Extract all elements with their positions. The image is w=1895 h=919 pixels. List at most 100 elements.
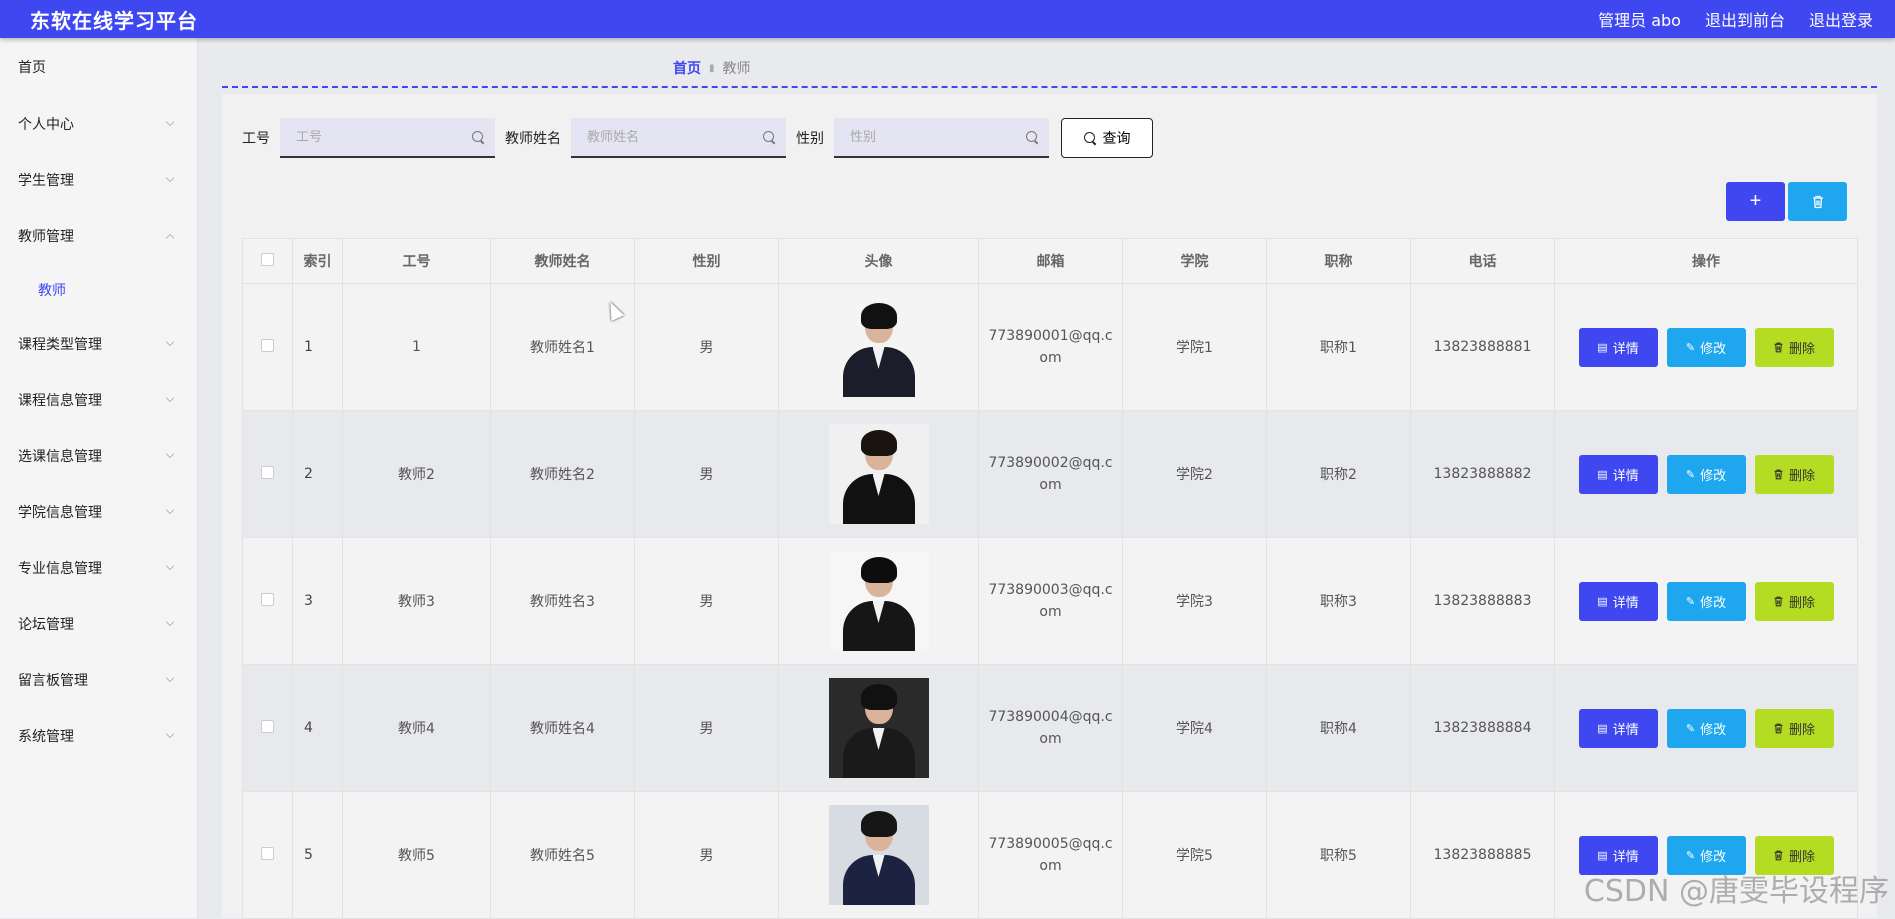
name-search-input[interactable]: [585, 129, 745, 146]
column-header: 电话: [1411, 239, 1555, 284]
sidebar: 首页 个人中心 学生管理 教师管理 教师 课程类型管理 课程信息管理 选课信息管…: [0, 38, 198, 918]
trash-icon: [1773, 596, 1784, 607]
sidebar-item-college-info[interactable]: 学院信息管理: [0, 484, 197, 540]
table-row: 1 1 教师姓名1 男 773890001@qq.c om 学院1 职称1 13…: [243, 284, 1858, 411]
sidebar-subitem-teacher[interactable]: 教师: [0, 264, 197, 316]
go-frontend-link[interactable]: 退出到前台: [1705, 7, 1785, 31]
sidebar-item-course-type[interactable]: 课程类型管理: [0, 316, 197, 372]
cell-title: 职称4: [1267, 665, 1411, 792]
id-filter-label: 工号: [242, 128, 270, 148]
trash-icon: [1773, 342, 1784, 353]
detail-button-label: 详情: [1613, 338, 1639, 357]
sidebar-item-label: 课程类型管理: [18, 334, 102, 354]
bulk-delete-button[interactable]: [1788, 182, 1847, 221]
row-checkbox[interactable]: [261, 720, 274, 733]
sidebar-item-course-info[interactable]: 课程信息管理: [0, 372, 197, 428]
column-header: 职称: [1267, 239, 1411, 284]
sidebar-item-system[interactable]: 系统管理: [0, 708, 197, 764]
cell-college: 学院4: [1123, 665, 1267, 792]
edit-button-label: 修改: [1700, 592, 1726, 611]
sidebar-item-label: 选课信息管理: [18, 446, 102, 466]
document-icon: ▤: [1597, 341, 1607, 354]
edit-button[interactable]: ✎ 修改: [1667, 328, 1746, 367]
select-all-checkbox[interactable]: [261, 253, 274, 266]
email-text-part2: om: [1039, 350, 1061, 366]
breadcrumb-home[interactable]: 首页: [673, 58, 701, 78]
detail-button[interactable]: ▤ 详情: [1579, 709, 1658, 748]
sidebar-item-enrollment-info[interactable]: 选课信息管理: [0, 428, 197, 484]
chevron-down-icon: [165, 339, 175, 349]
edit-button[interactable]: ✎ 修改: [1667, 709, 1746, 748]
sidebar-item-personal-center[interactable]: 个人中心: [0, 96, 197, 152]
detail-button[interactable]: ▤ 详情: [1579, 455, 1658, 494]
cell-title: 职称5: [1267, 792, 1411, 919]
cell-title: 职称1: [1267, 284, 1411, 411]
delete-button[interactable]: 删除: [1755, 582, 1834, 621]
cell-phone: 13823888882: [1411, 411, 1555, 538]
cell-email: 773890005@qq.c om: [979, 792, 1123, 919]
cell-gender: 男: [635, 411, 779, 538]
cell-email: 773890002@qq.c om: [979, 411, 1123, 538]
cell-index: 3: [293, 538, 343, 665]
chevron-down-icon: [165, 731, 175, 741]
detail-button-label: 详情: [1613, 592, 1639, 611]
sidebar-item-student-management[interactable]: 学生管理: [0, 152, 197, 208]
cell-teacher-name: 教师姓名2: [491, 411, 635, 538]
column-header: 头像: [779, 239, 979, 284]
row-checkbox[interactable]: [261, 847, 274, 860]
document-icon: ▤: [1597, 722, 1607, 735]
table-row: 4 教师4 教师姓名4 男 773890004@qq.c om 学院4 职称4 …: [243, 665, 1858, 792]
sidebar-item-label: 系统管理: [18, 726, 74, 746]
row-checkbox[interactable]: [261, 466, 274, 479]
sidebar-item-label: 学生管理: [18, 170, 74, 190]
cell-avatar: [779, 665, 979, 792]
id-search-input[interactable]: [294, 129, 454, 146]
logout-link[interactable]: 退出登录: [1809, 7, 1873, 31]
search-bar: 工号 教师姓名 性别 查询: [242, 118, 1153, 158]
cell-teacher-name: 教师姓名3: [491, 538, 635, 665]
document-icon: ▤: [1597, 595, 1607, 608]
cell-college: 学院2: [1123, 411, 1267, 538]
detail-button-label: 详情: [1613, 846, 1639, 865]
cell-college: 学院3: [1123, 538, 1267, 665]
email-text-part1: 773890002@qq.c: [988, 455, 1112, 471]
gender-search-input[interactable]: [848, 129, 1008, 146]
sidebar-item-teacher-management[interactable]: 教师管理: [0, 208, 197, 264]
cell-teacher-name: 教师姓名5: [491, 792, 635, 919]
sidebar-item-label: 教师管理: [18, 226, 74, 246]
query-button[interactable]: 查询: [1061, 118, 1153, 158]
search-icon: [472, 131, 485, 144]
delete-button[interactable]: 删除: [1755, 328, 1834, 367]
sidebar-item-message-board[interactable]: 留言板管理: [0, 652, 197, 708]
row-checkbox[interactable]: [261, 593, 274, 606]
sidebar-item-forum[interactable]: 论坛管理: [0, 596, 197, 652]
row-actions: ▤ 详情 ✎ 修改 删除: [1555, 455, 1857, 494]
detail-button[interactable]: ▤ 详情: [1579, 328, 1658, 367]
detail-button-label: 详情: [1613, 719, 1639, 738]
cell-teacher-id: 教师3: [343, 538, 491, 665]
detail-button[interactable]: ▤ 详情: [1579, 582, 1658, 621]
pencil-icon: ✎: [1686, 595, 1695, 608]
admin-user-label[interactable]: 管理员 abo: [1598, 7, 1681, 31]
table-row: 2 教师2 教师姓名2 男 773890002@qq.c om 学院2 职称2 …: [243, 411, 1858, 538]
column-header: 性别: [635, 239, 779, 284]
delete-button[interactable]: 删除: [1755, 709, 1834, 748]
edit-button-label: 修改: [1700, 338, 1726, 357]
edit-button[interactable]: ✎ 修改: [1667, 582, 1746, 621]
sidebar-item-major-info[interactable]: 专业信息管理: [0, 540, 197, 596]
cell-gender: 男: [635, 665, 779, 792]
trash-icon: [1811, 195, 1825, 209]
edit-button[interactable]: ✎ 修改: [1667, 455, 1746, 494]
cell-gender: 男: [635, 792, 779, 919]
delete-button[interactable]: 删除: [1755, 455, 1834, 494]
row-checkbox[interactable]: [261, 339, 274, 352]
row-actions: ▤ 详情 ✎ 修改 删除: [1555, 328, 1857, 367]
edit-button-label: 修改: [1700, 465, 1726, 484]
delete-button-label: 删除: [1789, 465, 1815, 484]
sidebar-item-label: 论坛管理: [18, 614, 74, 634]
sidebar-item-home[interactable]: 首页: [0, 38, 197, 96]
plus-icon: +: [1750, 190, 1762, 213]
add-teacher-button[interactable]: +: [1726, 182, 1785, 221]
cell-avatar: [779, 411, 979, 538]
chevron-down-icon: [165, 507, 175, 517]
